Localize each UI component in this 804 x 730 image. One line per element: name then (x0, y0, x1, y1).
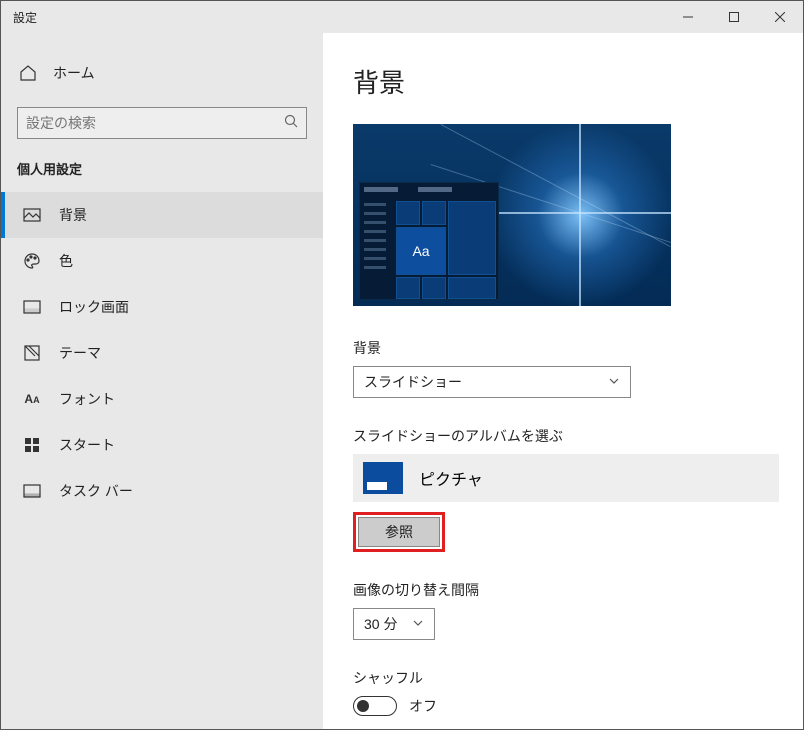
interval-value: 30 分 (364, 614, 397, 634)
settings-window: 設定 ホーム 個人用設定 (0, 0, 804, 730)
taskbar-icon (23, 482, 41, 500)
sidebar-item-background[interactable]: 背景 (1, 192, 323, 238)
search-box[interactable] (17, 107, 307, 139)
sidebar-item-font[interactable]: AA フォント (1, 376, 323, 422)
chevron-down-icon (412, 616, 424, 632)
interval-dropdown[interactable]: 30 分 (353, 608, 435, 640)
sidebar-item-color[interactable]: 色 (1, 238, 323, 284)
sidebar-item-start[interactable]: スタート (1, 422, 323, 468)
sidebar: ホーム 個人用設定 背景 色 ロック画面 (1, 33, 323, 729)
titlebar: 設定 (1, 1, 803, 33)
sidebar-item-label: スタート (59, 435, 115, 455)
section-label: 個人用設定 (1, 159, 323, 178)
maximize-button[interactable] (711, 1, 757, 33)
main-panel: 背景 Aa 背景 スライドショー (323, 33, 803, 729)
preview-sample-tile: Aa (396, 227, 446, 275)
sidebar-item-label: タスク バー (59, 481, 133, 501)
sidebar-item-label: テーマ (59, 343, 101, 363)
lockscreen-icon (23, 298, 41, 316)
chevron-down-icon (608, 374, 620, 390)
background-field-label: 背景 (353, 338, 773, 358)
theme-icon (23, 344, 41, 362)
search-input[interactable] (26, 115, 284, 131)
sidebar-item-label: 背景 (59, 205, 87, 225)
shuffle-label: シャッフル (353, 668, 773, 688)
browse-button[interactable]: 参照 (358, 517, 440, 547)
browse-button-label: 参照 (385, 522, 413, 542)
minimize-button[interactable] (665, 1, 711, 33)
page-title: 背景 (353, 63, 773, 100)
sidebar-item-theme[interactable]: テーマ (1, 330, 323, 376)
sidebar-item-label: 色 (59, 251, 73, 271)
shuffle-toggle[interactable] (353, 696, 397, 716)
shuffle-value: オフ (409, 696, 437, 716)
window-title: 設定 (13, 9, 37, 26)
home-label: ホーム (53, 63, 95, 83)
background-preview: Aa (353, 124, 671, 306)
home-link[interactable]: ホーム (1, 57, 323, 89)
album-field-label: スライドショーのアルバムを選ぶ (353, 426, 773, 446)
sidebar-item-label: ロック画面 (59, 297, 129, 317)
search-icon (284, 114, 298, 133)
font-icon: AA (23, 390, 41, 408)
home-icon (19, 64, 37, 82)
palette-icon (23, 252, 41, 270)
interval-field-label: 画像の切り替え間隔 (353, 580, 773, 600)
image-icon (23, 206, 41, 224)
sidebar-item-taskbar[interactable]: タスク バー (1, 468, 323, 514)
album-name: ピクチャ (419, 466, 483, 490)
sidebar-item-lockscreen[interactable]: ロック画面 (1, 284, 323, 330)
album-row[interactable]: ピクチャ (353, 454, 779, 502)
background-dropdown-value: スライドショー (364, 372, 462, 392)
sidebar-item-label: フォント (59, 389, 115, 409)
start-icon (23, 436, 41, 454)
close-button[interactable] (757, 1, 803, 33)
album-thumbnail (363, 462, 403, 494)
highlight-box: 参照 (353, 512, 445, 552)
background-dropdown[interactable]: スライドショー (353, 366, 631, 398)
